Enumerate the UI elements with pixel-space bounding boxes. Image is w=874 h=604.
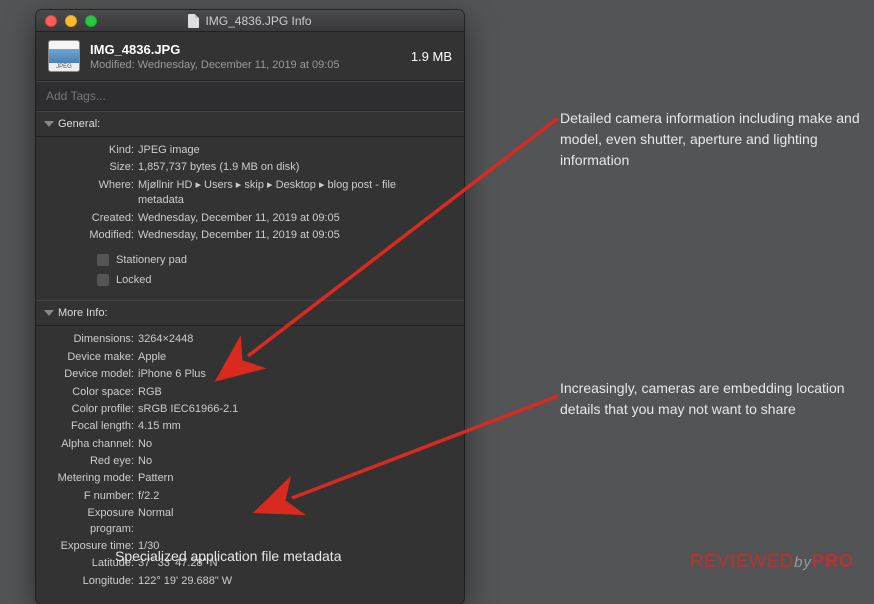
section-general-body: Kind:JPEG image Size:1,857,737 bytes (1.… (36, 137, 464, 300)
file-thumbnail-icon: JPEG (48, 40, 80, 72)
minimize-icon[interactable] (65, 15, 77, 27)
stationery-pad-row[interactable]: Stationery pad (46, 250, 454, 270)
disclosure-triangle-icon[interactable] (44, 310, 54, 316)
file-modified-label: Modified: Wednesday, December 11, 2019 a… (90, 59, 401, 71)
annotation-location: Increasingly, cameras are embedding loca… (560, 378, 860, 420)
section-moreinfo-title: More Info: (58, 307, 108, 319)
kv-row: Focal length:4.15 mm (46, 418, 454, 435)
stationery-pad-label: Stationery pad (116, 254, 187, 266)
checkbox-icon[interactable] (96, 273, 110, 287)
checkbox-icon[interactable] (96, 253, 110, 267)
annotation-camera-info: Detailed camera information including ma… (560, 108, 860, 171)
tags-field[interactable] (36, 81, 464, 111)
kv-row: Where:Mjøllnir HD ▸ Users ▸ skip ▸ Deskt… (46, 177, 454, 210)
document-icon (188, 14, 199, 28)
kv-row: Alpha channel:No (46, 436, 454, 453)
kv-row: Device model:iPhone 6 Plus (46, 366, 454, 383)
kv-row: Color profile:sRGB IEC61966-2.1 (46, 401, 454, 418)
kv-row: Metering mode:Pattern (46, 470, 454, 487)
info-window: IMG_4836.JPG Info JPEG IMG_4836.JPG Modi… (36, 10, 464, 604)
locked-row[interactable]: Locked (46, 270, 454, 290)
disclosure-triangle-icon[interactable] (44, 121, 54, 127)
watermark: REVIEWEDbyPRO (690, 551, 854, 572)
kv-row: Kind:JPEG image (46, 142, 454, 159)
window-title: IMG_4836.JPG Info (36, 14, 464, 28)
file-header: JPEG IMG_4836.JPG Modified: Wednesday, D… (36, 32, 464, 81)
file-name: IMG_4836.JPG (90, 42, 401, 57)
kv-row: F number:f/2.2 (46, 488, 454, 505)
window-title-text: IMG_4836.JPG Info (205, 14, 311, 28)
section-general-title: General: (58, 118, 100, 130)
titlebar[interactable]: IMG_4836.JPG Info (36, 10, 464, 32)
kv-row: Size:1,857,737 bytes (1.9 MB on disk) (46, 159, 454, 176)
kv-row: Color space:RGB (46, 384, 454, 401)
section-general-header[interactable]: General: (36, 111, 464, 137)
kv-row: Longitude:122° 19' 29.688" W (46, 573, 454, 590)
tags-input[interactable] (46, 89, 454, 103)
kv-row: Exposure program:Normal (46, 505, 454, 538)
kv-row: Modified:Wednesday, December 11, 2019 at… (46, 227, 454, 244)
kv-row: Dimensions:3264×2448 (46, 331, 454, 348)
window-controls (36, 15, 97, 27)
file-size: 1.9 MB (411, 49, 452, 64)
zoom-icon[interactable] (85, 15, 97, 27)
close-icon[interactable] (45, 15, 57, 27)
kv-row: Red eye:No (46, 453, 454, 470)
kv-row: Device make:Apple (46, 349, 454, 366)
locked-label: Locked (116, 274, 151, 286)
kv-row: Created:Wednesday, December 11, 2019 at … (46, 210, 454, 227)
section-moreinfo-header[interactable]: More Info: (36, 300, 464, 326)
caption: Specialized application file metadata (115, 548, 341, 564)
